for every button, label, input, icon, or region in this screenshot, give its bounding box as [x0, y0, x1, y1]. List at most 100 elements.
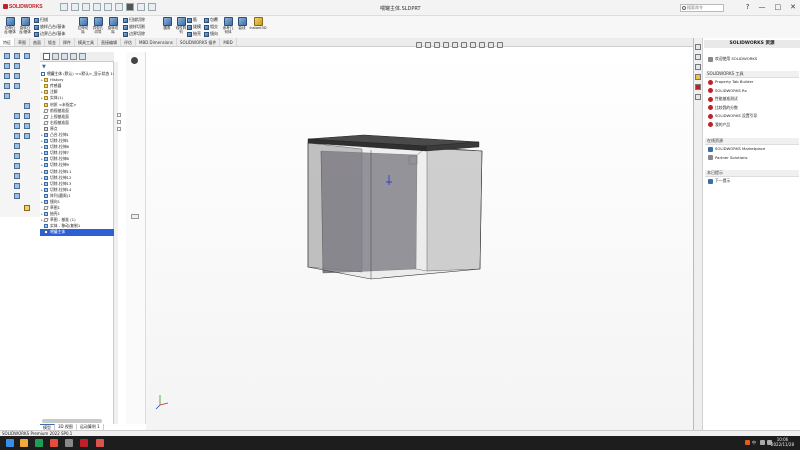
tool-link[interactable]: 性能基准测试	[705, 95, 799, 104]
view-palette-icon[interactable]	[695, 74, 701, 80]
measure-icon[interactable]	[14, 143, 20, 149]
interference-icon[interactable]	[14, 183, 20, 189]
file-explorer-icon[interactable]	[20, 439, 28, 447]
filter-icon[interactable]: ▼	[42, 64, 46, 70]
section-properties-icon[interactable]	[14, 163, 20, 169]
property-manager-tab-icon[interactable]	[52, 53, 59, 60]
clock[interactable]: 10:06 2022/11/28	[771, 437, 794, 447]
resource-link[interactable]: Partner Solutions	[705, 154, 799, 163]
welcome-link[interactable]: 欢迎使用 SOLIDWORKS	[705, 55, 799, 64]
lofted-cut-button[interactable]: 放样切割	[123, 24, 145, 30]
curves-button[interactable]: 曲线	[235, 17, 249, 30]
boundary-boss-button[interactable]: 边界凸台/基体	[34, 31, 65, 37]
solidworks-logo[interactable]: SOLIDWORKS	[3, 4, 43, 10]
display-style-icon[interactable]	[24, 113, 30, 119]
tool-link[interactable]: 比较我的分数	[705, 104, 799, 113]
file-explorer-icon[interactable]	[695, 64, 701, 70]
revolve-cut-button[interactable]: 旋转切 除	[106, 17, 120, 34]
view-orientation-icon[interactable]	[24, 103, 30, 109]
configuration-manager-tab-icon[interactable]	[61, 53, 68, 60]
extrude-boss-button[interactable]: 拉伸凸 台/基体	[3, 17, 17, 34]
intersect-button[interactable]: 相交	[204, 24, 218, 30]
tab-evaluate[interactable]: 评估	[121, 38, 136, 46]
tool-link[interactable]: 我的产品	[705, 121, 799, 130]
arc-tool-icon[interactable]	[4, 73, 10, 79]
linear-pattern-button[interactable]: 线性阵 列	[174, 17, 188, 34]
search-input[interactable]: 搜索命令	[680, 4, 724, 12]
tool-link[interactable]: SOLIDWORKS Rx	[705, 87, 799, 96]
feature-tree-tab-icon[interactable]	[43, 53, 50, 60]
start-icon[interactable]	[6, 439, 14, 447]
close-button[interactable]: ✕	[790, 3, 796, 11]
scene-icon[interactable]	[14, 133, 20, 139]
mirror-button[interactable]: 镜向	[204, 31, 218, 37]
visibility-checkbox[interactable]	[117, 113, 121, 117]
swept-cut-button[interactable]: 扫描切除	[123, 17, 145, 23]
tab-weldments[interactable]: 焊件	[60, 38, 75, 46]
fillet-button[interactable]: 圆角	[160, 17, 174, 30]
network-icon[interactable]	[760, 440, 765, 445]
tab-sketch[interactable]: 草图	[15, 38, 30, 46]
tool-link[interactable]: Property Tab Builder	[705, 78, 799, 87]
shell-button[interactable]: 抽壳	[187, 31, 201, 37]
rebuild-icon[interactable]	[137, 3, 145, 11]
revolve-boss-button[interactable]: 旋转凸 台/基体	[18, 17, 32, 34]
collapse-handle-icon[interactable]	[131, 214, 139, 219]
dimxpert-tab-icon[interactable]	[70, 53, 77, 60]
loft-button[interactable]: 放样凸台/基体	[34, 24, 65, 30]
save-icon[interactable]	[82, 3, 90, 11]
tab-surfaces[interactable]: 曲面	[30, 38, 45, 46]
tab-solidworks-addins[interactable]: SOLIDWORKS 插件	[177, 38, 221, 46]
hide-show-icon[interactable]	[14, 123, 20, 129]
options-icon[interactable]	[148, 3, 156, 11]
home-icon[interactable]	[695, 44, 701, 50]
smart-dimension-icon[interactable]	[14, 53, 20, 59]
check-icon[interactable]	[14, 173, 20, 179]
sketch-tool-icon[interactable]	[4, 53, 10, 59]
undo-icon[interactable]	[104, 3, 112, 11]
app-icon[interactable]	[65, 439, 73, 447]
maximize-button[interactable]: □	[775, 3, 782, 11]
solidworks-taskbar-icon[interactable]	[80, 439, 88, 447]
appearance-icon[interactable]	[24, 123, 30, 129]
trim-tool-icon[interactable]	[4, 83, 10, 89]
sweep-button[interactable]: 扫描	[34, 17, 48, 23]
next-tip-link[interactable]: 下一提示	[705, 177, 799, 186]
redo-icon[interactable]	[115, 3, 123, 11]
app-icon[interactable]	[96, 439, 104, 447]
tree-item[interactable]: 喂罐主体	[40, 229, 116, 236]
input-method-icon[interactable]	[745, 440, 750, 445]
appearances-icon[interactable]	[695, 84, 701, 90]
visibility-checkbox[interactable]	[117, 127, 121, 131]
graphics-area[interactable]	[146, 42, 693, 430]
tool-link[interactable]: SOLIDWORKS 设置引导	[705, 112, 799, 121]
hole-wizard-button[interactable]: 异型孔 向导	[91, 17, 105, 34]
extrude-cut-button[interactable]: 拉伸切 除	[76, 17, 90, 34]
open-icon[interactable]	[71, 3, 79, 11]
offset-tool-icon[interactable]	[14, 83, 20, 89]
design-library-icon[interactable]	[695, 54, 701, 60]
rectangle-tool-icon[interactable]	[4, 63, 10, 69]
line-tool-icon[interactable]	[24, 53, 30, 59]
tab-mold-tools[interactable]: 模具工具	[75, 38, 98, 46]
draft-button[interactable]: 拔模	[187, 24, 201, 30]
wrap-button[interactable]: 包覆	[204, 17, 218, 23]
rib-button[interactable]: 筋	[187, 17, 197, 23]
instant3d-button[interactable]: Instant3D	[249, 17, 267, 30]
horizontal-scrollbar[interactable]	[42, 419, 102, 423]
resource-link[interactable]: SOLIDWORKS Marketplace	[705, 145, 799, 154]
tab-mbd-dimensions[interactable]: MBD Dimensions	[136, 38, 177, 46]
new-icon[interactable]	[60, 3, 68, 11]
mass-properties-icon[interactable]	[14, 153, 20, 159]
browser-icon[interactable]	[50, 439, 58, 447]
boundary-cut-button[interactable]: 边界切除	[123, 31, 145, 37]
excel-icon[interactable]	[35, 439, 43, 447]
draft-analysis-icon[interactable]	[14, 193, 20, 199]
tab-mbd[interactable]: MBD	[220, 38, 237, 46]
spline-tool-icon[interactable]	[14, 73, 20, 79]
print-icon[interactable]	[93, 3, 101, 11]
folder-icon[interactable]	[24, 205, 30, 211]
visibility-checkbox[interactable]	[117, 120, 121, 124]
display-manager-tab-icon[interactable]	[79, 53, 86, 60]
help-button[interactable]: ?	[746, 3, 750, 11]
